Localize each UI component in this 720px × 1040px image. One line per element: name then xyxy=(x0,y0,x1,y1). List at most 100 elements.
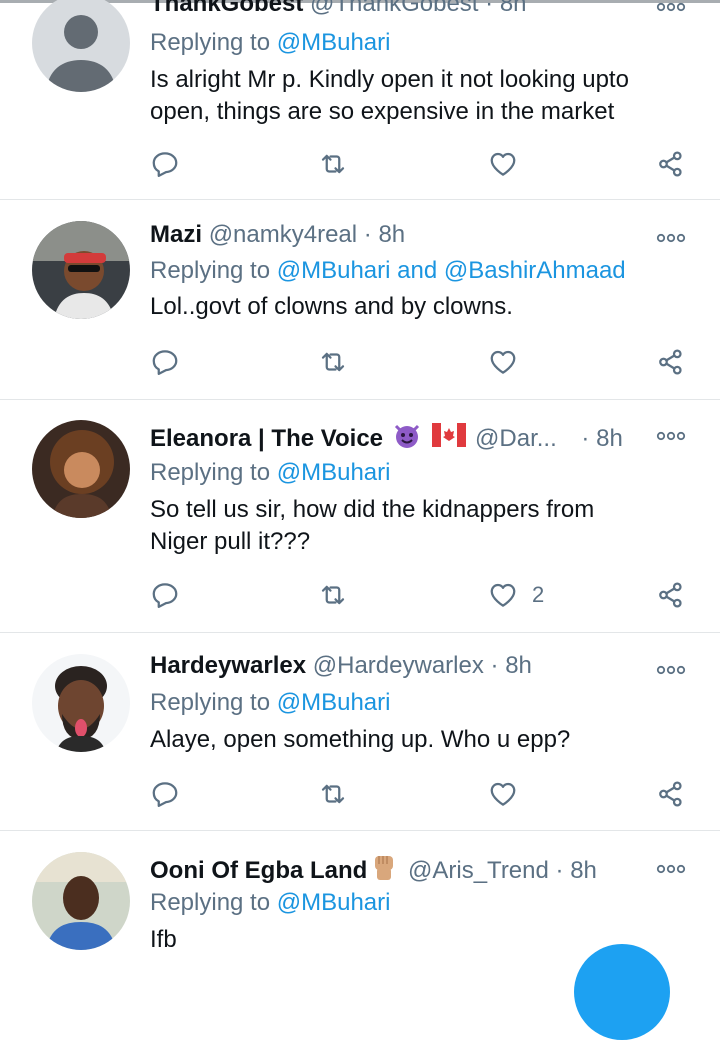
retweet-icon xyxy=(318,347,348,377)
user-handle[interactable]: @Hardeywarlex xyxy=(313,652,484,679)
reply-button[interactable] xyxy=(150,144,180,184)
share-icon xyxy=(656,580,686,610)
retweet-icon xyxy=(318,149,348,179)
avatar[interactable] xyxy=(32,852,130,950)
tweet-text-line: Lol..govt of clowns and by clowns. xyxy=(150,293,513,320)
like-icon xyxy=(488,149,518,179)
mention-joiner: and xyxy=(390,257,444,284)
replying-label: Replying to xyxy=(150,29,277,56)
replying-label: Replying to xyxy=(150,889,277,916)
action-bar xyxy=(0,144,720,184)
mention-link[interactable]: @MBuhari xyxy=(277,29,391,56)
more-icon[interactable] xyxy=(656,862,686,876)
timestamp[interactable]: 8h xyxy=(500,0,527,17)
mention-link[interactable]: @BashirAhmaad xyxy=(444,257,626,284)
more-icon[interactable] xyxy=(656,429,686,443)
timestamp[interactable]: 8h xyxy=(596,425,623,452)
mention-link[interactable]: @MBuhari xyxy=(277,459,391,486)
reply-icon xyxy=(150,149,180,179)
retweet-button[interactable] xyxy=(318,144,348,184)
replying-to: Replying to @MBuhari xyxy=(150,29,390,57)
like-icon xyxy=(488,347,518,377)
like-icon xyxy=(488,580,518,610)
tweet[interactable]: Hardeywarlex @Hardeywarlex · 8h Replying… xyxy=(0,632,720,831)
separator-dot: · xyxy=(363,221,372,248)
tweet-header: Mazi @namky4real · 8h xyxy=(150,219,405,251)
tweet-header: Eleanora | The Voice @Dar... · 8h xyxy=(150,420,623,452)
like-count: 2 xyxy=(532,582,545,607)
tweet-header: Hardeywarlex @Hardeywarlex · 8h xyxy=(150,650,532,682)
retweet-button[interactable] xyxy=(318,575,348,615)
tweet-text: So tell us sir, how did the kidnappers f… xyxy=(150,494,680,558)
user-handle[interactable]: @ThankGobest xyxy=(310,0,478,17)
tweet-text-line: Alaye, open something up. Who u epp? xyxy=(150,726,571,753)
tweet-text: Is alright Mr p. Kindly open it not look… xyxy=(150,64,680,128)
display-name[interactable]: Hardeywarlex xyxy=(150,652,306,679)
reply-icon xyxy=(150,580,180,610)
replying-label: Replying to xyxy=(150,257,277,284)
more-icon[interactable] xyxy=(656,663,686,677)
avatar[interactable] xyxy=(32,654,130,752)
share-button[interactable] xyxy=(656,342,686,382)
replying-label: Replying to xyxy=(150,689,277,716)
avatar[interactable] xyxy=(32,0,130,92)
display-name[interactable]: Ooni Of Egba Land xyxy=(150,857,367,884)
avatar[interactable] xyxy=(32,420,130,518)
avatar[interactable] xyxy=(32,221,130,319)
tweet-header: Ooni Of Egba Land @Aris_Trend · 8h xyxy=(150,852,597,884)
tweet-text: Alaye, open something up. Who u epp? xyxy=(150,724,680,756)
canada-flag-icon xyxy=(432,423,467,456)
more-icon[interactable] xyxy=(656,231,686,245)
retweet-icon xyxy=(318,779,348,809)
like-button[interactable] xyxy=(488,774,518,814)
tweet-text-line: So tell us sir, how did the kidnappers f… xyxy=(150,496,595,523)
more-icon[interactable] xyxy=(656,0,686,14)
timestamp[interactable]: 8h xyxy=(570,857,597,884)
like-button[interactable]: 2 xyxy=(488,575,544,615)
tweet[interactable]: Mazi @namky4real · 8h Replying to @MBuha… xyxy=(0,199,720,400)
mention-link[interactable]: @MBuhari xyxy=(277,889,391,916)
reply-button[interactable] xyxy=(150,342,180,382)
action-bar: 2 xyxy=(0,575,720,615)
replying-to: Replying to @MBuhari and @BashirAhmaad xyxy=(150,257,626,285)
replying-to: Replying to @MBuhari xyxy=(150,689,390,717)
tweet-text-line: Niger pull it??? xyxy=(150,528,311,555)
display-name[interactable]: Mazi xyxy=(150,221,202,248)
replying-to: Replying to @MBuhari xyxy=(150,459,390,487)
display-name[interactable]: ThankGobest xyxy=(150,0,303,17)
tweet-text-line: open, things are so expensive in the mar… xyxy=(150,98,615,125)
user-handle[interactable]: @Aris_Trend xyxy=(408,857,549,884)
like-icon xyxy=(488,779,518,809)
like-button[interactable] xyxy=(488,342,518,382)
separator-dot: · xyxy=(581,424,590,452)
action-bar xyxy=(0,342,720,382)
replying-label: Replying to xyxy=(150,459,277,486)
tweet[interactable]: ThankGobest @ThankGobest · 8h Replying t… xyxy=(0,0,720,200)
compose-tweet-button[interactable] xyxy=(574,944,670,1040)
share-button[interactable] xyxy=(656,575,686,615)
action-bar xyxy=(0,774,720,814)
retweet-button[interactable] xyxy=(318,774,348,814)
display-name[interactable]: Eleanora | The Voice xyxy=(150,425,383,452)
share-button[interactable] xyxy=(656,774,686,814)
retweet-button[interactable] xyxy=(318,342,348,382)
reply-button[interactable] xyxy=(150,774,180,814)
mention-link[interactable]: @MBuhari xyxy=(277,257,391,284)
like-button[interactable] xyxy=(488,144,518,184)
retweet-icon xyxy=(318,580,348,610)
tweet[interactable]: Eleanora | The Voice @Dar... · 8h Replyi… xyxy=(0,399,720,633)
mention-link[interactable]: @MBuhari xyxy=(277,689,391,716)
tweet-text-line: Is alright Mr p. Kindly open it not look… xyxy=(150,66,629,93)
reply-button[interactable] xyxy=(150,575,180,615)
timestamp[interactable]: 8h xyxy=(378,221,405,248)
separator-dot: · xyxy=(555,856,564,884)
share-icon xyxy=(656,779,686,809)
replying-to: Replying to @MBuhari xyxy=(150,889,390,917)
share-icon xyxy=(656,149,686,179)
reply-icon xyxy=(150,347,180,377)
user-handle[interactable]: @Dar... xyxy=(475,425,557,452)
timestamp[interactable]: 8h xyxy=(505,652,532,679)
smiling-devil-emoji-icon xyxy=(392,420,422,459)
share-button[interactable] xyxy=(656,144,686,184)
user-handle[interactable]: @namky4real xyxy=(209,221,357,248)
